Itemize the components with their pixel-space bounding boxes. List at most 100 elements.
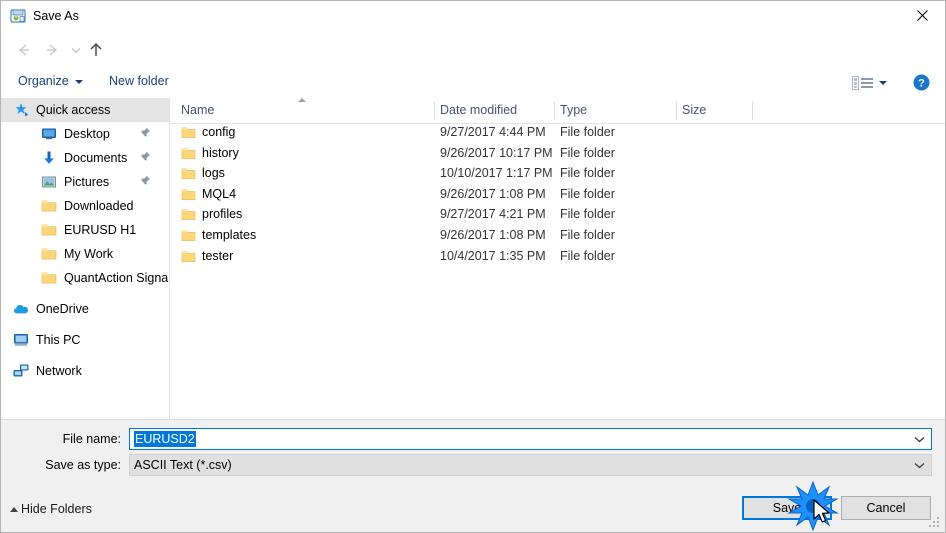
help-icon[interactable]: ? xyxy=(913,74,930,91)
sidebar-item-desktop[interactable]: Desktop xyxy=(1,122,169,146)
view-dropdown-icon[interactable] xyxy=(879,81,887,85)
cancel-button[interactable]: Cancel xyxy=(841,496,931,520)
table-row[interactable]: profiles 9/27/2017 4:21 PM File folder xyxy=(170,205,945,226)
save-as-type-select[interactable]: ASCII Text (*.csv) xyxy=(129,454,932,476)
file-name-label: File name: xyxy=(62,432,121,446)
folder-icon xyxy=(181,147,196,160)
table-row[interactable]: config 9/27/2017 4:44 PM File folder xyxy=(170,123,945,144)
sidebar-item-label: EURUSD H1 xyxy=(64,223,137,237)
table-row[interactable]: tester 10/4/2017 1:35 PM File folder xyxy=(170,247,945,268)
type-cell: File folder xyxy=(560,166,615,181)
sidebar-item-downloaded[interactable]: Downloaded xyxy=(1,194,169,218)
sidebar-item-label: OneDrive xyxy=(36,302,89,316)
pictures-icon xyxy=(41,174,57,190)
date-modified-cell: 9/27/2017 4:21 PM xyxy=(440,207,546,222)
pin-icon[interactable] xyxy=(139,127,151,141)
sidebar-item-label: Pictures xyxy=(64,175,110,189)
pin-icon[interactable] xyxy=(139,175,151,189)
sidebar-item-quick-access[interactable]: Quick access xyxy=(1,98,169,122)
column-divider[interactable] xyxy=(434,101,435,120)
table-row[interactable]: templates 9/26/2017 1:08 PM File folder xyxy=(170,226,945,247)
new-folder-button[interactable]: New folder xyxy=(109,74,169,88)
chevron-down-icon[interactable] xyxy=(914,429,925,449)
save-as-dialog: Save As Organize New folder ? Quick acce… xyxy=(0,0,946,533)
recent-locations-icon[interactable] xyxy=(65,39,87,61)
sidebar-item-onedrive[interactable]: OneDrive xyxy=(1,297,169,321)
column-header-row: Name Date modified Type Size xyxy=(170,98,945,124)
file-name-cell: MQL4 xyxy=(202,186,237,201)
folder-icon xyxy=(41,246,57,262)
folder-icon xyxy=(181,188,196,201)
sidebar-item-my-work[interactable]: My Work xyxy=(1,242,169,266)
sidebar-item-label: Documents xyxy=(64,151,128,165)
column-divider[interactable] xyxy=(676,101,677,120)
file-name-cell: config xyxy=(202,125,236,139)
folder-icon xyxy=(181,167,196,180)
table-row[interactable]: history 9/26/2017 10:17 PM File folder xyxy=(170,144,945,165)
sidebar-item-pictures[interactable]: Pictures xyxy=(1,170,169,194)
sidebar-item-this-pc[interactable]: This PC xyxy=(1,328,169,352)
pin-icon[interactable] xyxy=(139,151,151,165)
sidebar-item-label: Quick access xyxy=(36,103,111,117)
type-cell: File folder xyxy=(560,145,615,160)
column-divider[interactable] xyxy=(752,101,753,120)
date-modified-cell: 9/26/2017 1:08 PM xyxy=(440,186,546,201)
folder-icon xyxy=(41,198,57,214)
type-cell: File folder xyxy=(560,125,615,139)
sidebar-item-documents[interactable]: Documents xyxy=(1,146,169,170)
chevron-up-icon[interactable] xyxy=(10,507,18,512)
hide-folders-button[interactable]: Hide Folders xyxy=(21,502,92,516)
window-title: Save As xyxy=(33,9,79,23)
file-name-value: EURUSD2 xyxy=(134,431,196,447)
file-name-cell: templates xyxy=(202,227,257,242)
column-header-name[interactable]: Name xyxy=(181,103,214,117)
save-button[interactable]: Save xyxy=(742,496,832,520)
view-layout-icon[interactable] xyxy=(852,76,874,90)
type-cell: File folder xyxy=(560,248,615,263)
sidebar-item-label: Downloaded xyxy=(64,199,134,213)
file-name-input[interactable]: EURUSD2 xyxy=(129,428,932,450)
table-row[interactable]: logs 10/10/2017 1:17 PM File folder xyxy=(170,164,945,185)
sidebar-item-label: This PC xyxy=(36,333,81,347)
chevron-down-icon[interactable] xyxy=(914,455,925,475)
dialog-body: Quick access Desktop Documents Pictures Down… xyxy=(1,98,945,419)
toolbar: Organize New folder ? xyxy=(1,67,945,99)
column-header-date-modified[interactable]: Date modified xyxy=(440,103,517,117)
folder-icon xyxy=(41,270,57,286)
sidebar-item-network[interactable]: Network xyxy=(1,359,169,383)
sort-ascending-icon xyxy=(298,98,306,102)
onedrive-icon xyxy=(13,301,29,317)
file-name-cell: tester xyxy=(202,248,234,263)
folder-icon xyxy=(181,250,196,263)
title-bar: Save As xyxy=(1,1,945,32)
column-header-type[interactable]: Type xyxy=(560,103,587,117)
sidebar-item-eurusd-h1[interactable]: EURUSD H1 xyxy=(1,218,169,242)
file-name-cell: history xyxy=(202,145,239,160)
save-as-type-value: ASCII Text (*.csv) xyxy=(134,458,232,472)
sidebar-item-label: Desktop xyxy=(64,127,110,141)
table-row[interactable]: MQL4 9/26/2017 1:08 PM File folder xyxy=(170,185,945,206)
column-divider[interactable] xyxy=(554,101,555,120)
folder-icon xyxy=(181,208,196,221)
folder-icon xyxy=(181,126,196,139)
star-pin-icon xyxy=(13,102,29,118)
column-header-size[interactable]: Size xyxy=(682,103,706,117)
close-button[interactable] xyxy=(899,1,945,30)
sidebar: Quick access Desktop Documents Pictures Down… xyxy=(1,98,170,419)
network-icon xyxy=(13,363,29,379)
up-arrow-icon[interactable] xyxy=(85,39,107,61)
back-arrow-icon[interactable] xyxy=(13,39,35,61)
sidebar-item-quantaction-signal[interactable]: QuantAction Signal xyxy=(1,266,169,290)
save-as-icon xyxy=(10,8,26,24)
resize-grip[interactable] xyxy=(929,517,940,528)
type-cell: File folder xyxy=(560,227,615,242)
navigation-bar: « Roaming › MetaQuotes › Terminal › 9155… xyxy=(1,31,945,90)
file-name-cell: profiles xyxy=(202,207,243,222)
sidebar-item-label: My Work xyxy=(64,247,114,261)
folder-icon xyxy=(41,222,57,238)
thispc-icon xyxy=(13,332,29,348)
save-as-type-label: Save as type: xyxy=(45,458,121,472)
organize-button[interactable]: Organize xyxy=(18,74,69,88)
chevron-down-icon[interactable] xyxy=(75,80,83,84)
forward-arrow-icon[interactable] xyxy=(41,39,63,61)
